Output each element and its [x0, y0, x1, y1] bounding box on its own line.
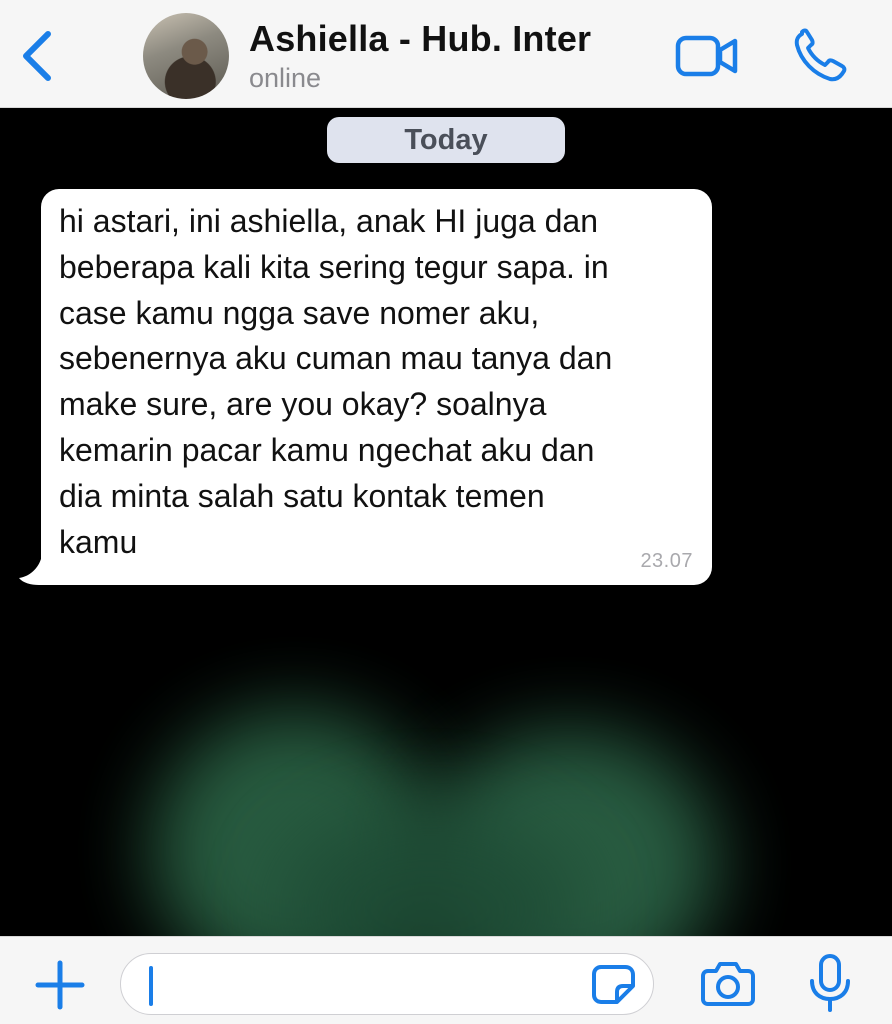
chevron-left-icon	[23, 31, 51, 81]
back-button[interactable]	[14, 28, 60, 84]
plus-icon	[35, 960, 85, 1010]
date-separator: Today	[327, 117, 565, 163]
message-bubble[interactable]: hi astari, ini ashiella, anak HI juga da…	[41, 189, 712, 585]
microphone-icon	[810, 954, 850, 1012]
input-bar	[0, 936, 892, 1024]
text-caret	[149, 966, 153, 1006]
microphone-button[interactable]	[808, 953, 852, 1013]
contact-status: online	[249, 63, 322, 93]
avatar[interactable]	[143, 13, 229, 99]
camera-button[interactable]	[700, 959, 756, 1007]
message-input[interactable]	[120, 953, 654, 1015]
chat-area[interactable]: Today hi astari, ini ashiella, anak HI j…	[0, 109, 892, 936]
contact-name[interactable]: Ashiella - Hub. Inter	[249, 18, 591, 60]
message-timestamp: 23.07	[640, 550, 693, 572]
video-camera-icon	[675, 35, 738, 77]
message-text: hi astari, ini ashiella, anak HI juga da…	[59, 203, 613, 560]
phone-icon	[794, 28, 847, 82]
camera-icon	[701, 962, 755, 1006]
sticker-icon	[592, 965, 635, 1004]
chat-header: Ashiella - Hub. Inter online	[0, 0, 892, 108]
video-call-button[interactable]	[674, 30, 740, 82]
sticker-button[interactable]	[591, 964, 637, 1006]
attach-button[interactable]	[34, 959, 86, 1011]
voice-call-button[interactable]	[792, 28, 850, 84]
